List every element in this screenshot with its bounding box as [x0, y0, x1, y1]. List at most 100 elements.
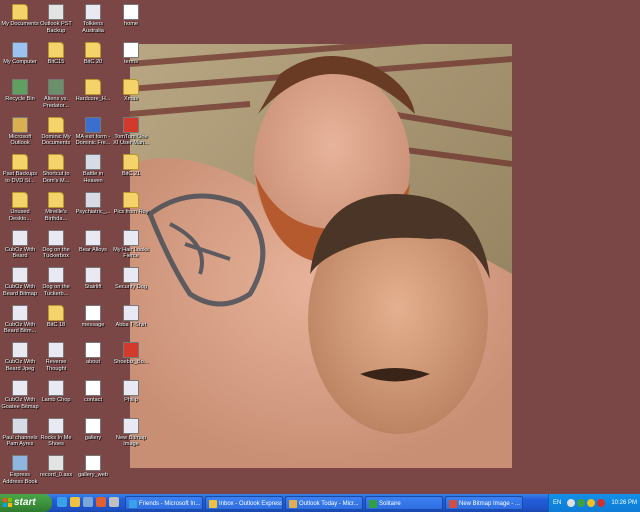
clock[interactable]: 10:26 PM: [611, 494, 637, 512]
image-file-icon: [12, 304, 28, 321]
desktop-icon[interactable]: Bear Alloys: [73, 228, 113, 266]
desktop-icon-label: Lamb Chop: [41, 397, 71, 403]
desktop-icon[interactable]: Dog on the Tuckerbox: [36, 228, 76, 266]
desktop-icon[interactable]: Psychiatric_...: [73, 190, 113, 228]
folder-icon: [85, 41, 101, 58]
taskbar-button-label: Solitaire: [379, 501, 401, 507]
taskbar-button[interactable]: Inbox - Outlook Express: [205, 496, 283, 510]
image-file-icon: [85, 229, 101, 246]
desktop-icon[interactable]: Mireille's Birthda...: [36, 190, 76, 228]
image-file-icon: [85, 4, 101, 20]
start-button[interactable]: start: [0, 494, 52, 512]
desktop-icon-label: MA exit form - Dominic Fre...: [75, 133, 111, 147]
desktop-icon[interactable]: CubOz With Beard Bitm...: [0, 303, 40, 341]
desktop-icon[interactable]: BitC15: [36, 40, 76, 78]
desktop-icon[interactable]: CubOz With Beard: [0, 228, 40, 266]
desktop-icon[interactable]: record_0.asx: [36, 453, 76, 491]
taskbar: start Friends - Microsoft In... Inbox - O…: [0, 494, 640, 512]
desktop-icon[interactable]: terms: [111, 40, 151, 78]
desktop-icon[interactable]: Philip: [111, 378, 151, 416]
desktop-icon[interactable]: Security Dog: [111, 265, 151, 303]
language-indicator[interactable]: EN: [553, 494, 561, 512]
desktop-icon[interactable]: CubOz With Beard Jpeg: [0, 340, 40, 378]
address-book-icon: [12, 455, 28, 472]
desktop-icon[interactable]: CubOz With Goatee Bitmap: [0, 378, 40, 416]
desktop-icon[interactable]: gallery: [73, 416, 113, 454]
desktop-icon[interactable]: BitC 18: [36, 303, 76, 341]
desktop-icon-label: Hardcore_H...: [75, 96, 111, 103]
desktop-icon[interactable]: My Hair Looks Fierce: [111, 228, 151, 266]
folder-docs-icon: [12, 4, 28, 20]
desktop-icon[interactable]: Rocks In Me Shoes: [36, 416, 76, 454]
desktop-icon[interactable]: Recycle Bin: [0, 77, 40, 115]
taskbar-button[interactable]: Friends - Microsoft In...: [125, 496, 203, 510]
desktop-icon[interactable]: Aliens vs. Predator...: [36, 77, 76, 115]
image-file-icon: [48, 267, 64, 284]
desktop-icon[interactable]: Hardcore_H...: [73, 77, 113, 115]
taskbar-button[interactable]: Outlook Today - Micr...: [285, 496, 363, 510]
desktop-icon[interactable]: Xmas: [111, 77, 151, 115]
quick-launch-bar: [55, 496, 123, 510]
desktop-icon[interactable]: Dog on the Tuckerb...: [36, 265, 76, 303]
image-file-icon: [48, 342, 64, 359]
quick-launch-overflow-icon[interactable]: [109, 497, 119, 507]
desktop-icon-label: CubOz With Beard Jpeg: [4, 359, 36, 372]
desktop-icon[interactable]: contact: [73, 378, 113, 416]
desktop-icon-label: Battle in Heaven: [82, 171, 104, 184]
desktop-icon[interactable]: Paul channels Pam Ayres: [0, 416, 40, 454]
desktop-icon[interactable]: about: [73, 340, 113, 378]
document-icon: [85, 380, 101, 396]
desktop-icon[interactable]: Reverse Thought: [36, 340, 76, 378]
desktop-icon[interactable]: CubOz With Beard Bitmap: [0, 265, 40, 303]
desktop-icon[interactable]: Express Address Book: [0, 453, 40, 491]
folder-icon: [12, 154, 28, 171]
outlook-express-icon[interactable]: [70, 497, 80, 507]
desktop-icon[interactable]: Lamb Chop: [36, 378, 76, 416]
desktop-icon-label: terms: [124, 58, 138, 65]
desktop-icon[interactable]: TomTom One XI User Man...: [111, 115, 151, 153]
network-icon[interactable]: [577, 499, 585, 507]
desktop-icon[interactable]: Outlook PST Backup: [36, 2, 76, 40]
media-player-icon[interactable]: [96, 497, 106, 507]
desktop-icon[interactable]: MA exit form - Dominic Fre...: [73, 115, 113, 153]
desktop-icon-label: Past Backups to DVD St...: [2, 171, 38, 184]
desktop-icon-label: Outlook PST Backup: [40, 21, 72, 34]
desktop[interactable]: My Documents My Computer Recycle Bin Micros…: [0, 0, 640, 494]
desktop-icon[interactable]: New Bitmap Image: [111, 416, 151, 454]
desktop-icon[interactable]: Dominic My Documents: [36, 115, 76, 153]
image-file-icon: [48, 380, 64, 396]
desktop-icon-label: Dog on the Tuckerbox: [42, 246, 70, 260]
desktop-icon[interactable]: Microsoft Outlook: [0, 115, 40, 153]
internet-explorer-icon[interactable]: [57, 497, 67, 507]
desktop-icon[interactable]: My Documents: [0, 2, 40, 40]
pdf-file-icon: [123, 342, 139, 359]
desktop-icon[interactable]: Shoebiz_Bo...: [111, 340, 151, 378]
desktop-icon[interactable]: BitC 20: [73, 40, 113, 78]
desktop-icon[interactable]: Pics from Roy: [111, 190, 151, 228]
image-file-icon: [12, 380, 28, 396]
desktop-icon[interactable]: message: [73, 303, 113, 341]
desktop-icon[interactable]: BitC 21: [111, 152, 151, 190]
wallpaper-photo: [130, 44, 512, 468]
volume-icon[interactable]: [587, 499, 595, 507]
desktop-icon[interactable]: Stairlift: [73, 265, 113, 303]
desktop-icon[interactable]: gallery_web: [73, 453, 113, 491]
desktop-icon[interactable]: Tolkiens Australia: [73, 2, 113, 40]
folder-icon: [85, 79, 101, 96]
desktop-icon[interactable]: Past Backups to DVD St...: [0, 152, 40, 190]
desktop-icon[interactable]: Battle in Heaven: [73, 152, 113, 190]
taskbar-button[interactable]: New Bitmap Image - ...: [445, 496, 523, 510]
desktop-icon[interactable]: Abba T-Shirt: [111, 303, 151, 341]
folder-icon: [12, 192, 28, 208]
desktop-icon[interactable]: home: [111, 2, 151, 40]
outlook-express-icon: [209, 500, 217, 508]
document-icon: [85, 417, 101, 434]
windows-logo-icon: [3, 498, 12, 507]
taskbar-button[interactable]: Solitaire: [365, 496, 443, 510]
desktop-icon[interactable]: Shortcut to Dom's M...: [36, 152, 76, 190]
desktop-icon[interactable]: My Computer: [0, 40, 40, 78]
show-desktop-icon[interactable]: [83, 497, 93, 507]
tray-app-icon[interactable]: [567, 499, 575, 507]
desktop-icon[interactable]: Unused Deskto...: [0, 190, 40, 228]
antivirus-icon[interactable]: [597, 499, 605, 507]
